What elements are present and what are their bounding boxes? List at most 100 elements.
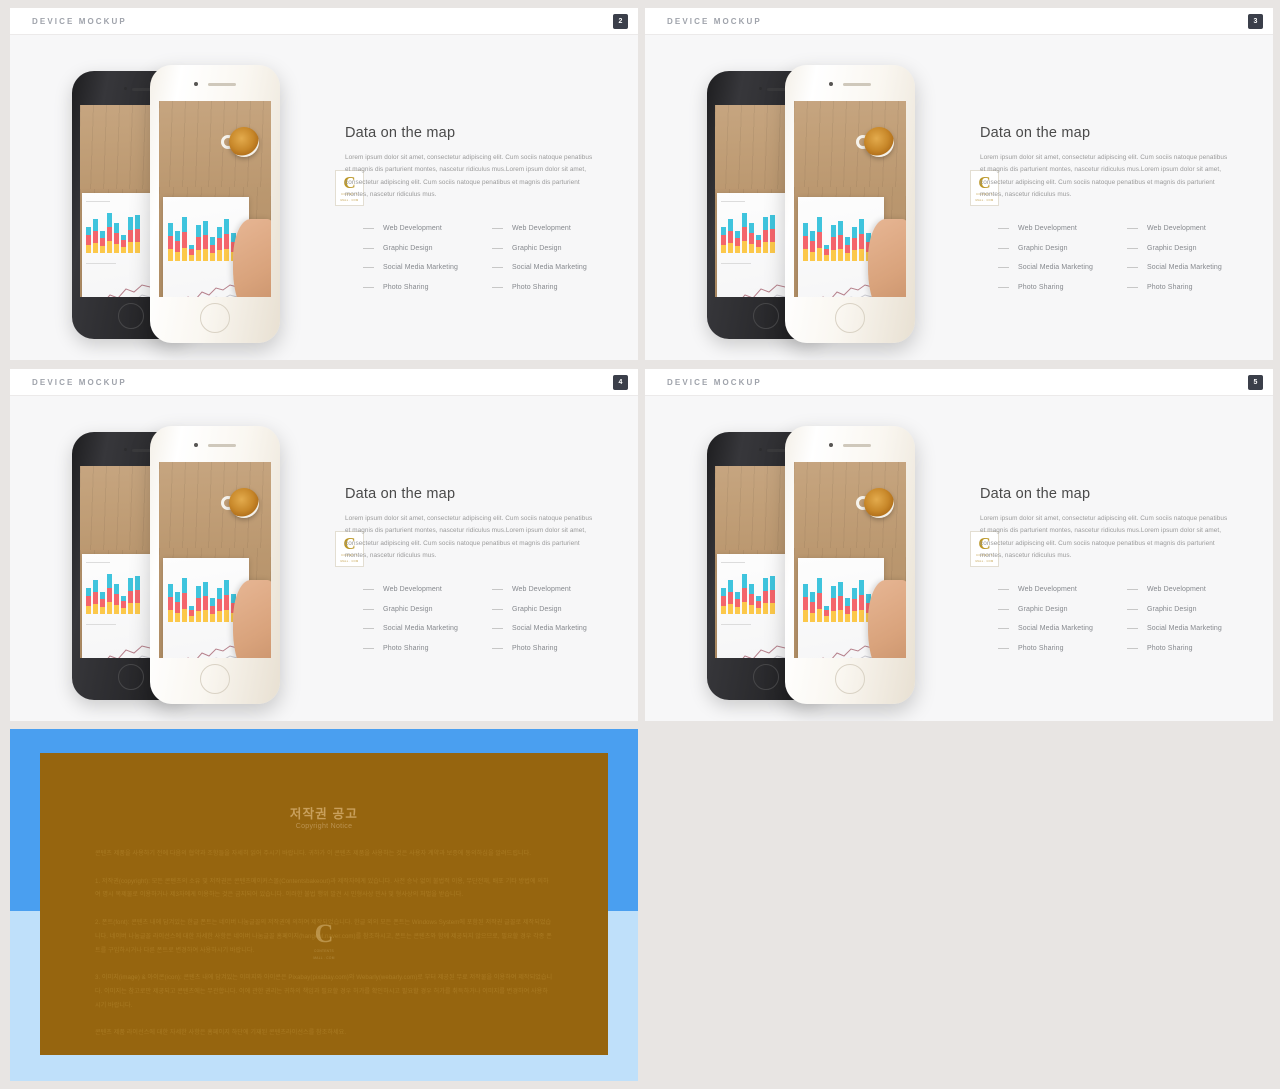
- bar: [121, 596, 126, 614]
- bar-chart: [803, 574, 871, 622]
- dash-icon: [998, 608, 1009, 610]
- list-item[interactable]: Photo Sharing: [1126, 284, 1222, 291]
- list-item[interactable]: Web Development: [1126, 225, 1222, 232]
- device-mockup-group: [707, 65, 919, 345]
- bar: [114, 584, 119, 614]
- speaker-icon: [843, 83, 871, 86]
- home-button-icon: [200, 664, 230, 694]
- slide-content-3: Data on the map C CONTENTS MALL . COM Lo…: [335, 396, 625, 721]
- list-item-label: Web Development: [383, 586, 442, 593]
- slide-number-badge[interactable]: 3: [1248, 14, 1263, 29]
- list-item[interactable]: Social Media Marketing: [491, 625, 587, 632]
- list-item[interactable]: Graphic Design: [363, 245, 458, 252]
- dash-icon: [998, 628, 1009, 629]
- dash-icon: [363, 647, 374, 649]
- list-item[interactable]: Social Media Marketing: [1126, 264, 1222, 271]
- dash-icon: [363, 228, 374, 229]
- list-item[interactable]: Photo Sharing: [998, 645, 1093, 652]
- list-item[interactable]: Web Development: [363, 225, 458, 232]
- list-item-label: Graphic Design: [1018, 605, 1068, 613]
- list-item[interactable]: Graphic Design: [491, 606, 587, 613]
- list-item[interactable]: Web Development: [998, 225, 1093, 232]
- list-item-label: Photo Sharing: [1018, 644, 1064, 652]
- slide-number-badge[interactable]: 2: [613, 14, 628, 29]
- phone-white-mockup: [150, 426, 280, 704]
- list-item[interactable]: Graphic Design: [1126, 244, 1222, 252]
- bar: [203, 221, 208, 261]
- list-item-label: Social Media Marketing: [511, 264, 587, 271]
- list-item[interactable]: Graphic Design: [998, 606, 1093, 613]
- bar: [107, 574, 112, 614]
- slide-number-badge[interactable]: 5: [1248, 375, 1263, 390]
- list-item-label: Graphic Design: [1146, 244, 1197, 252]
- list-item[interactable]: Social Media Marketing: [998, 625, 1093, 632]
- list-item[interactable]: Social Media Marketing: [491, 264, 587, 271]
- copyright-notice-slide[interactable]: 저작권 공고 Copyright Notice 콘텐츠 제품을 사용하기 전에 …: [10, 729, 638, 1081]
- list-item[interactable]: Social Media Marketing: [1126, 625, 1222, 632]
- slide-card-4[interactable]: DEVICE MOCKUP 5 Data on the map C CONTEN…: [645, 369, 1273, 721]
- list-item[interactable]: Photo Sharing: [363, 284, 458, 291]
- bar: [175, 592, 180, 622]
- coffee-cup: [864, 488, 894, 518]
- bar: [845, 598, 850, 622]
- list-item-label: Social Media Marketing: [1018, 625, 1093, 632]
- dash-icon: [1126, 608, 1138, 610]
- slide-card-1[interactable]: DEVICE MOCKUP 2 Data on the map C CONTEN…: [10, 8, 638, 360]
- list-item[interactable]: Social Media Marketing: [998, 264, 1093, 271]
- list-item[interactable]: Web Development: [363, 586, 458, 593]
- bar: [742, 574, 747, 614]
- slide-number-badge[interactable]: 4: [613, 375, 628, 390]
- phone-white-mockup: [785, 426, 915, 704]
- slide-header-title: DEVICE MOCKUP: [32, 17, 127, 26]
- slide-card-2[interactable]: DEVICE MOCKUP 3 Data on the map C CONTEN…: [645, 8, 1273, 360]
- bar: [824, 606, 829, 622]
- list-item[interactable]: Photo Sharing: [491, 284, 587, 291]
- hand-photo: [868, 219, 906, 297]
- list-item[interactable]: Photo Sharing: [363, 645, 458, 652]
- list-item[interactable]: Graphic Design: [363, 606, 458, 613]
- bar: [217, 588, 222, 622]
- bar: [189, 606, 194, 622]
- dash-icon: [363, 267, 374, 268]
- slide-card-3[interactable]: DEVICE MOCKUP 4 Data on the map C CONTEN…: [10, 369, 638, 721]
- list-item-label: Photo Sharing: [511, 644, 558, 652]
- list-item[interactable]: Social Media Marketing: [363, 625, 458, 632]
- bar: [93, 580, 98, 614]
- dash-icon: [491, 247, 503, 249]
- phone-screen-white: [159, 462, 271, 658]
- list-item[interactable]: Photo Sharing: [491, 644, 587, 652]
- bar: [859, 219, 864, 261]
- list-item[interactable]: Web Development: [998, 586, 1093, 593]
- bar: [107, 213, 112, 253]
- dash-icon: [491, 608, 503, 610]
- list-item[interactable]: Photo Sharing: [998, 284, 1093, 291]
- page-title: Data on the map: [980, 125, 1091, 141]
- bar: [845, 237, 850, 261]
- list-item[interactable]: Graphic Design: [491, 245, 587, 252]
- list-item-label: Graphic Design: [383, 244, 433, 252]
- device-mockup-group: [707, 426, 919, 706]
- list-item[interactable]: Graphic Design: [1126, 606, 1222, 613]
- list-item[interactable]: Web Development: [491, 225, 587, 232]
- list-item-label: Web Development: [511, 586, 571, 593]
- slide-content-2: Data on the map C CONTENTS MALL . COM Lo…: [970, 35, 1260, 360]
- copyright-item-1: 1. 저작권(copyright): 모든 콘텐츠의 소유 및 저작권은 콘텐츠…: [95, 877, 549, 899]
- list-item-label: Web Development: [1018, 225, 1077, 232]
- dash-icon: [1126, 247, 1138, 249]
- list-item[interactable]: Web Development: [1126, 586, 1222, 593]
- body-paragraph: Lorem ipsum dolor sit amet, consectetur …: [345, 154, 593, 199]
- feature-lists: Web Development Graphic Design Social Me…: [363, 225, 587, 291]
- dash-icon: [1126, 286, 1138, 288]
- feature-lists: Web Development Graphic Design Social Me…: [363, 586, 587, 652]
- bar: [803, 223, 808, 261]
- list-item[interactable]: Photo Sharing: [1126, 645, 1222, 652]
- bar: [196, 586, 201, 622]
- list-item[interactable]: Graphic Design: [998, 245, 1093, 252]
- bar: [217, 227, 222, 261]
- list-item[interactable]: Social Media Marketing: [363, 264, 458, 271]
- bar: [182, 578, 187, 622]
- dash-icon: [491, 267, 503, 268]
- camera-icon: [124, 87, 127, 90]
- list-item[interactable]: Web Development: [491, 586, 587, 593]
- copyright-intro: 콘텐츠 제품을 사용하기 전에 다음의 협약과 조항들을 자세히 읽어 주시기 …: [95, 850, 532, 857]
